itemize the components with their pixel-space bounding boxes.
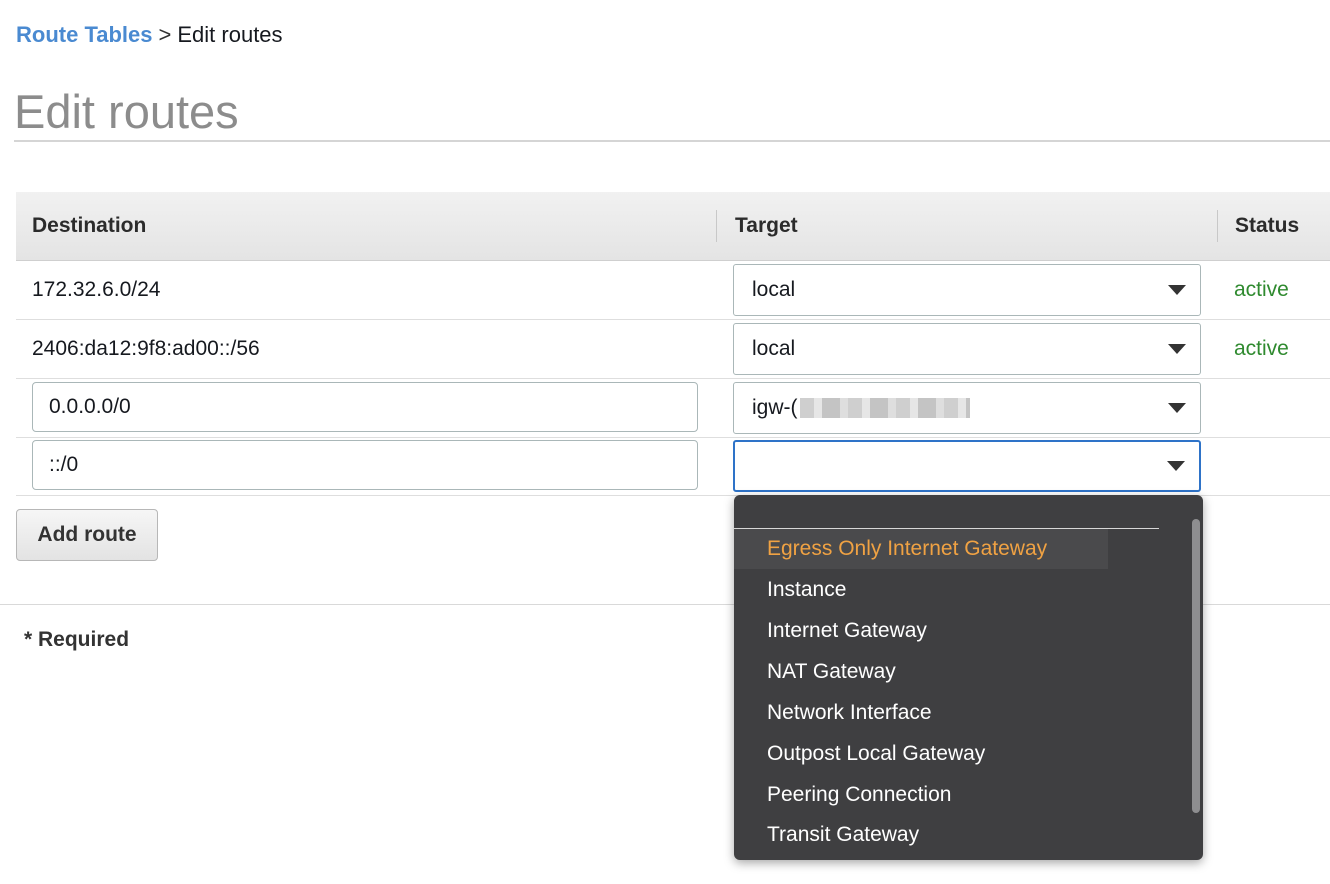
column-header-destination: Destination [32, 214, 147, 237]
destination-input-value: ::/0 [49, 453, 79, 476]
dropdown-option-internet-gateway[interactable]: Internet Gateway [734, 611, 1108, 651]
destination-text: 2406:da12:9f8:ad00::/56 [32, 337, 260, 360]
breadcrumb-current: Edit routes [177, 22, 283, 47]
target-value: local [752, 337, 796, 360]
dropdown-scrollbar[interactable] [1192, 519, 1200, 813]
destination-input[interactable]: ::/0 [32, 440, 698, 490]
column-header-status: Status [1235, 214, 1300, 237]
target-select[interactable]: local [733, 264, 1201, 316]
breadcrumb-separator: > [158, 22, 172, 47]
required-note: * Required [24, 628, 130, 651]
table-row: 2406:da12:9f8:ad00::/56 local active [16, 320, 1330, 379]
column-header-target: Target [735, 214, 798, 237]
dropdown-option-peering-connection[interactable]: Peering Connection [734, 775, 1108, 815]
redacted-id [799, 398, 970, 419]
dropdown-option-network-interface[interactable]: Network Interface [734, 693, 1108, 733]
target-dropdown-menu[interactable]: Egress Only Internet Gateway Instance In… [734, 495, 1203, 860]
target-select[interactable]: igw-( [733, 382, 1201, 434]
status-badge: active [1234, 337, 1289, 360]
caret-down-icon [1168, 285, 1186, 295]
column-divider [716, 210, 717, 242]
destination-input[interactable]: 0.0.0.0/0 [32, 382, 698, 432]
caret-down-icon [1168, 403, 1186, 413]
dropdown-option-nat-gateway[interactable]: NAT Gateway [734, 652, 1108, 692]
title-divider [14, 140, 1330, 142]
table-row: 172.32.6.0/24 local active [16, 261, 1330, 320]
routes-table-header: Destination Target Status [16, 192, 1330, 261]
target-select[interactable] [733, 440, 1201, 492]
caret-down-icon [1168, 344, 1186, 354]
target-value: igw-( [752, 396, 798, 419]
target-select[interactable]: local [733, 323, 1201, 375]
destination-input-value: 0.0.0.0/0 [49, 395, 131, 418]
table-row: ::/0 [16, 437, 1330, 496]
dropdown-option-outpost-local-gateway[interactable]: Outpost Local Gateway [734, 734, 1108, 774]
page-title: Edit routes [14, 85, 239, 138]
target-value: local [752, 278, 796, 301]
add-route-button[interactable]: Add route [16, 509, 158, 561]
dropdown-option-instance[interactable]: Instance [734, 570, 1108, 610]
destination-text: 172.32.6.0/24 [32, 278, 161, 301]
caret-down-icon [1167, 461, 1185, 471]
dropdown-option-egress-only-internet-gateway[interactable]: Egress Only Internet Gateway [734, 529, 1108, 569]
dropdown-option-transit-gateway[interactable]: Transit Gateway [734, 815, 1108, 855]
status-badge: active [1234, 278, 1289, 301]
breadcrumb: Route Tables > Edit routes [16, 22, 283, 48]
breadcrumb-link-route-tables[interactable]: Route Tables [16, 22, 153, 47]
table-row: 0.0.0.0/0 igw-( [16, 379, 1330, 438]
column-divider [1217, 210, 1218, 242]
